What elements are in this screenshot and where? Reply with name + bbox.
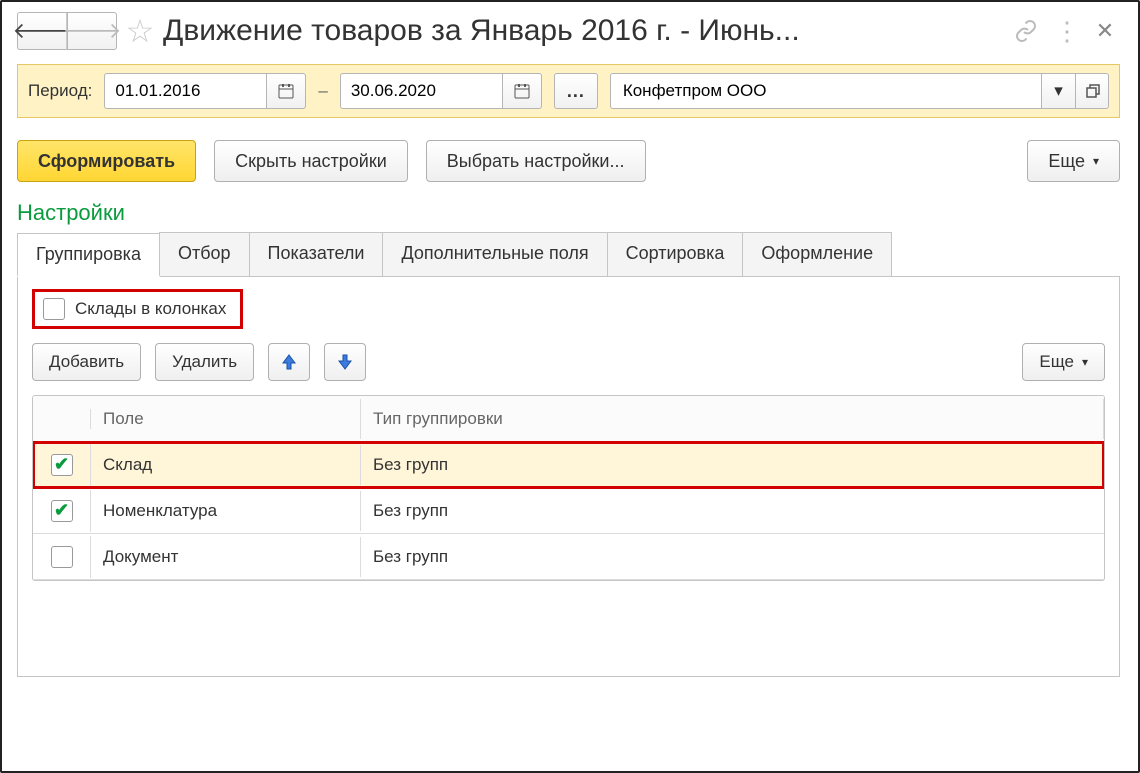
checkbox-icon[interactable] [43,298,65,320]
calendar-icon[interactable] [266,73,306,109]
settings-tabs: Группировка Отбор Показатели Дополнитель… [17,232,1120,277]
nav-back-button[interactable]: 🡐 [17,12,67,50]
tab-content: Склады в колонках Добавить Удалить Еще▾ … [17,277,1120,677]
columns-checkbox-row[interactable]: Склады в колонках [32,289,243,329]
row-field: Документ [91,537,361,577]
period-dash: – [318,81,327,101]
tab-sorting[interactable]: Сортировка [607,232,744,276]
table-head: Поле Тип группировки [33,396,1104,442]
row-checkbox[interactable] [51,500,73,522]
period-label: Период: [28,81,92,101]
toolbar: Сформировать Скрыть настройки Выбрать на… [17,140,1120,182]
move-down-button[interactable] [324,343,366,381]
more-button[interactable]: Еще▾ [1027,140,1120,182]
move-up-button[interactable] [268,343,310,381]
date-from-field [104,73,306,109]
kebab-menu-icon[interactable]: ⋮ [1052,16,1082,47]
tab-indicators[interactable]: Показатели [249,232,384,276]
row-field: Номенклатура [91,491,361,531]
row-type: Без групп [361,537,1104,577]
columns-checkbox-label: Склады в колонках [75,299,226,319]
tab-filter[interactable]: Отбор [159,232,250,276]
table-row[interactable]: ДокументБез групп [33,534,1104,580]
date-to-input[interactable] [340,73,502,109]
table-row[interactable]: СкладБез групп [33,442,1104,488]
title-bar: 🡐 🡒 ☆ Движение товаров за Январь 2016 г.… [17,12,1120,50]
row-type: Без групп [361,491,1104,531]
inner-more-button[interactable]: Еще▾ [1022,343,1105,381]
row-checkbox[interactable] [51,454,73,476]
table-row[interactable]: НоменклатураБез групп [33,488,1104,534]
row-type: Без групп [361,445,1104,485]
organization-field: ▾ [610,73,1109,109]
nav-forward-button[interactable]: 🡒 [67,12,117,50]
col-type: Тип группировки [361,399,1104,439]
grouping-table: Поле Тип группировки СкладБез группНомен… [32,395,1105,581]
add-button[interactable]: Добавить [32,343,141,381]
period-dialog-button[interactable]: ... [554,73,598,109]
page-title: Движение товаров за Январь 2016 г. - Июн… [163,14,1006,48]
tab-grouping[interactable]: Группировка [17,233,160,277]
row-checkbox[interactable] [51,546,73,568]
grouping-toolbar: Добавить Удалить Еще▾ [32,343,1105,381]
organization-input[interactable] [610,73,1041,109]
link-icon[interactable] [1014,19,1044,43]
tab-design[interactable]: Оформление [742,232,892,276]
generate-button[interactable]: Сформировать [17,140,196,182]
period-bar: Период: – ... ▾ [17,64,1120,118]
hide-settings-button[interactable]: Скрыть настройки [214,140,408,182]
date-from-input[interactable] [104,73,266,109]
open-external-icon[interactable] [1075,73,1109,109]
date-to-field [340,73,542,109]
close-icon[interactable]: ✕ [1090,18,1120,44]
dropdown-icon[interactable]: ▾ [1041,73,1075,109]
calendar-icon[interactable] [502,73,542,109]
choose-settings-button[interactable]: Выбрать настройки... [426,140,646,182]
favorite-icon[interactable]: ☆ [125,12,155,50]
tab-extra-fields[interactable]: Дополнительные поля [382,232,607,276]
row-field: Склад [91,445,361,485]
settings-heading: Настройки [17,200,1120,226]
col-field: Поле [91,399,361,439]
delete-button[interactable]: Удалить [155,343,254,381]
